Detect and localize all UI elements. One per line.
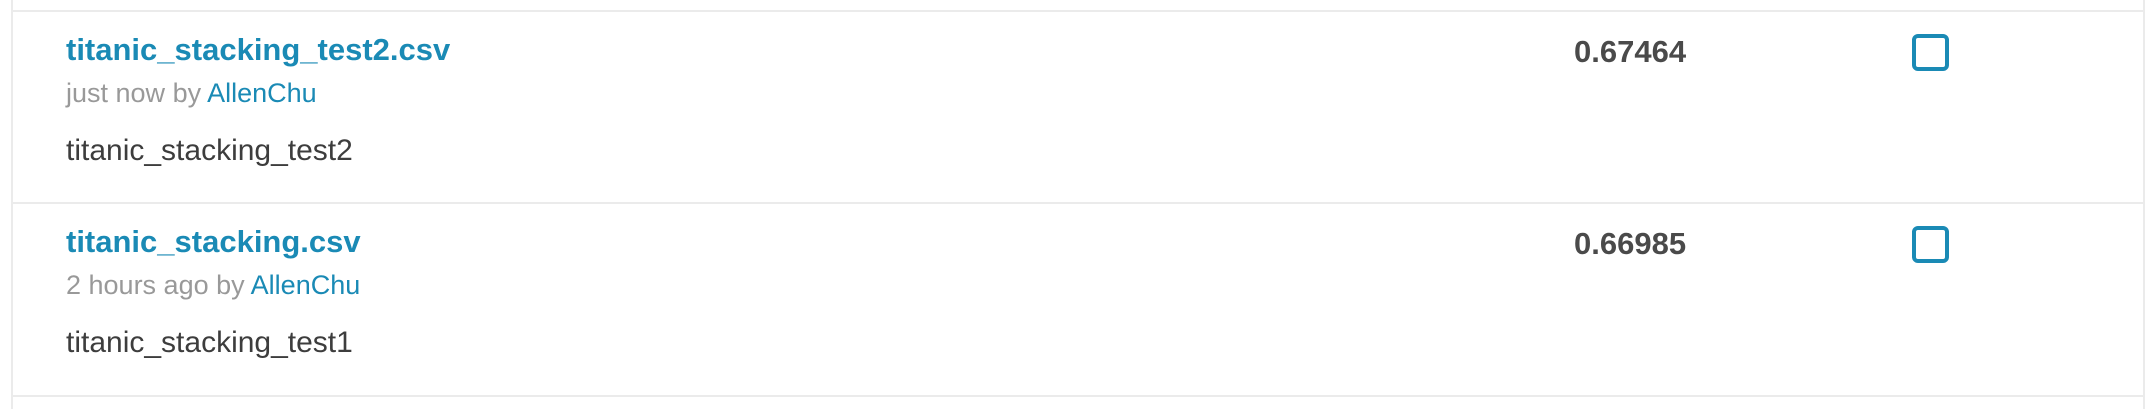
divider (11, 395, 2145, 397)
submission-row: titanic_stacking_test2.csv just now by A… (0, 12, 2153, 204)
submission-score: 0.67464 (1574, 34, 1687, 69)
submission-time: just now (66, 78, 166, 108)
by-label: by (216, 270, 245, 300)
submission-meta: just now by AllenChu (66, 78, 317, 109)
author-link[interactable]: AllenChu (251, 270, 361, 300)
submission-description: titanic_stacking_test1 (66, 326, 353, 359)
submission-description: titanic_stacking_test2 (66, 134, 353, 167)
select-submission-checkbox[interactable] (1912, 226, 1949, 263)
submission-score: 0.66985 (1574, 226, 1687, 261)
submission-file-link[interactable]: titanic_stacking.csv (66, 224, 361, 260)
select-submission-checkbox[interactable] (1912, 34, 1949, 71)
submission-time: 2 hours ago (66, 270, 209, 300)
submission-meta: 2 hours ago by AllenChu (66, 270, 360, 301)
submissions-list: titanic_stacking_test2.csv just now by A… (0, 0, 2153, 409)
author-link[interactable]: AllenChu (207, 78, 317, 108)
submission-row: titanic_stacking.csv 2 hours ago by Alle… (0, 204, 2153, 396)
by-label: by (172, 78, 202, 108)
submission-file-link[interactable]: titanic_stacking_test2.csv (66, 32, 450, 68)
